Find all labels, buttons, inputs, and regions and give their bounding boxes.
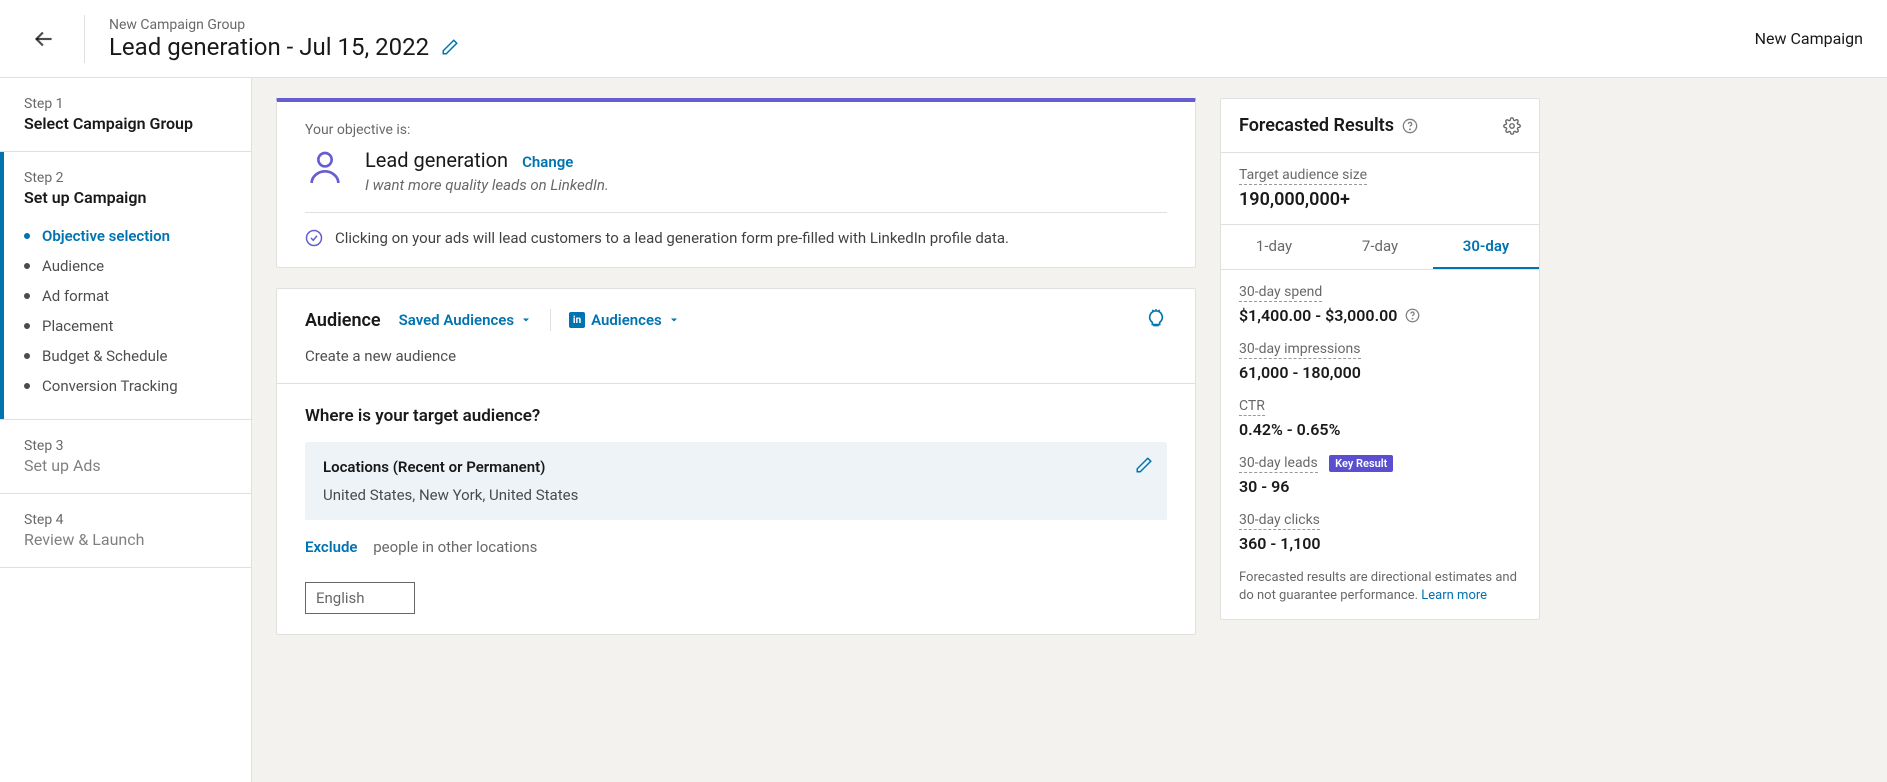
- step-num: Step 3: [24, 438, 227, 454]
- step-title: Set up Ads: [24, 456, 227, 475]
- objective-info: Clicking on your ads will lead customers…: [305, 229, 1167, 247]
- new-campaign-label: New Campaign: [1755, 29, 1863, 48]
- key-result-badge: Key Result: [1329, 455, 1393, 472]
- arrow-left-icon: [31, 26, 57, 52]
- pencil-icon: [441, 38, 459, 56]
- language-select[interactable]: English: [305, 582, 415, 614]
- forecast-settings-button[interactable]: [1503, 117, 1521, 135]
- breadcrumb: New Campaign Group: [109, 17, 1755, 33]
- leads-label[interactable]: 30-day leads: [1239, 455, 1318, 473]
- impressions-value: 61,000 - 180,000: [1239, 363, 1521, 382]
- locations-box: Locations (Recent or Permanent) United S…: [305, 442, 1167, 520]
- objective-card: Your objective is: Lead generation Chang…: [276, 98, 1196, 268]
- exclude-text: people in other locations: [373, 538, 537, 556]
- divider: [305, 212, 1167, 213]
- impressions-label[interactable]: 30-day impressions: [1239, 341, 1361, 359]
- step-4[interactable]: Step 4 Review & Launch: [0, 494, 251, 568]
- edit-locations-button[interactable]: [1135, 456, 1153, 474]
- page-title: Lead generation - Jul 15, 2022: [109, 33, 429, 61]
- top-header: New Campaign Group Lead generation - Jul…: [0, 0, 1887, 78]
- help-icon[interactable]: [1402, 118, 1418, 134]
- create-audience-label: Create a new audience: [305, 347, 1167, 365]
- tab-30day[interactable]: 30-day: [1433, 225, 1539, 269]
- check-circle-icon: [305, 229, 323, 247]
- edit-title-button[interactable]: [441, 38, 459, 56]
- linkedin-icon: in: [569, 312, 585, 328]
- step-2: Step 2 Set up Campaign Objective selecti…: [0, 152, 251, 420]
- page-title-row: Lead generation - Jul 15, 2022: [109, 33, 1755, 61]
- spend-label[interactable]: 30-day spend: [1239, 284, 1322, 302]
- substep-placement[interactable]: Placement: [24, 311, 227, 341]
- sidebar: Step 1 Select Campaign Group Step 2 Set …: [0, 78, 252, 782]
- exclude-link[interactable]: Exclude: [305, 538, 358, 556]
- step-num: Step 2: [24, 170, 227, 186]
- lightbulb-icon: [1145, 309, 1167, 331]
- forecast-tabs: 1-day 7-day 30-day: [1221, 225, 1539, 270]
- language-row: English: [305, 582, 1167, 614]
- learn-more-link[interactable]: Learn more: [1421, 588, 1487, 603]
- leads-value: 30 - 96: [1239, 477, 1521, 496]
- substep-ad-format[interactable]: Ad format: [24, 281, 227, 311]
- objective-label: Your objective is:: [305, 122, 1167, 138]
- ctr-label[interactable]: CTR: [1239, 398, 1265, 416]
- back-button[interactable]: [24, 19, 64, 59]
- divider: [550, 309, 551, 331]
- forecast-title: Forecasted Results: [1239, 115, 1418, 136]
- forecast-disclaimer: Forecasted results are directional estim…: [1239, 569, 1521, 605]
- step-title: Set up Campaign: [24, 188, 227, 207]
- substep-conversion[interactable]: Conversion Tracking: [24, 371, 227, 401]
- step-num: Step 1: [24, 96, 227, 112]
- locations-values: United States, New York, United States: [323, 486, 1149, 504]
- exclude-row: Exclude people in other locations: [305, 538, 1167, 556]
- substep-audience[interactable]: Audience: [24, 251, 227, 281]
- main-area: Your objective is: Lead generation Chang…: [252, 78, 1887, 782]
- objective-description: I want more quality leads on LinkedIn.: [365, 176, 609, 194]
- substep-objective[interactable]: Objective selection: [24, 221, 227, 251]
- tab-7day[interactable]: 7-day: [1327, 225, 1433, 269]
- step-1[interactable]: Step 1 Select Campaign Group: [0, 78, 251, 152]
- locations-title: Locations (Recent or Permanent): [323, 458, 1149, 476]
- step-3[interactable]: Step 3 Set up Ads: [0, 420, 251, 494]
- divider: [84, 15, 85, 63]
- objective-info-text: Clicking on your ads will lead customers…: [335, 229, 1009, 247]
- person-icon: [305, 148, 345, 188]
- objective-title: Lead generation: [365, 148, 508, 172]
- audience-title: Audience: [305, 310, 381, 331]
- ctr-value: 0.42% - 0.65%: [1239, 420, 1521, 439]
- step-title: Select Campaign Group: [24, 114, 227, 133]
- substeps-list: Objective selection Audience Ad format P…: [24, 221, 227, 401]
- forecast-panel: Forecasted Results Target audience size …: [1220, 98, 1540, 620]
- audience-size-label[interactable]: Target audience size: [1239, 167, 1367, 185]
- center-column: Your objective is: Lead generation Chang…: [276, 98, 1196, 655]
- caret-down-icon: [520, 314, 532, 326]
- clicks-label[interactable]: 30-day clicks: [1239, 512, 1320, 530]
- title-block: New Campaign Group Lead generation - Jul…: [109, 17, 1755, 61]
- tips-button[interactable]: [1145, 309, 1167, 331]
- audience-card: Audience Saved Audiences in Audiences: [276, 288, 1196, 635]
- audience-size-value: 190,000,000+: [1239, 189, 1521, 210]
- pencil-icon: [1135, 456, 1153, 474]
- spend-value: $1,400.00 - $3,000.00: [1239, 306, 1397, 325]
- gear-icon: [1503, 117, 1521, 135]
- li-audiences-dropdown[interactable]: in Audiences: [569, 311, 680, 329]
- tab-1day[interactable]: 1-day: [1221, 225, 1327, 269]
- help-icon[interactable]: [1405, 308, 1420, 323]
- step-num: Step 4: [24, 512, 227, 528]
- saved-audiences-dropdown[interactable]: Saved Audiences: [399, 311, 532, 329]
- substep-budget[interactable]: Budget & Schedule: [24, 341, 227, 371]
- change-objective-link[interactable]: Change: [522, 153, 573, 171]
- step-title: Review & Launch: [24, 530, 227, 549]
- clicks-value: 360 - 1,100: [1239, 534, 1521, 553]
- where-question: Where is your target audience?: [305, 406, 1167, 426]
- caret-down-icon: [668, 314, 680, 326]
